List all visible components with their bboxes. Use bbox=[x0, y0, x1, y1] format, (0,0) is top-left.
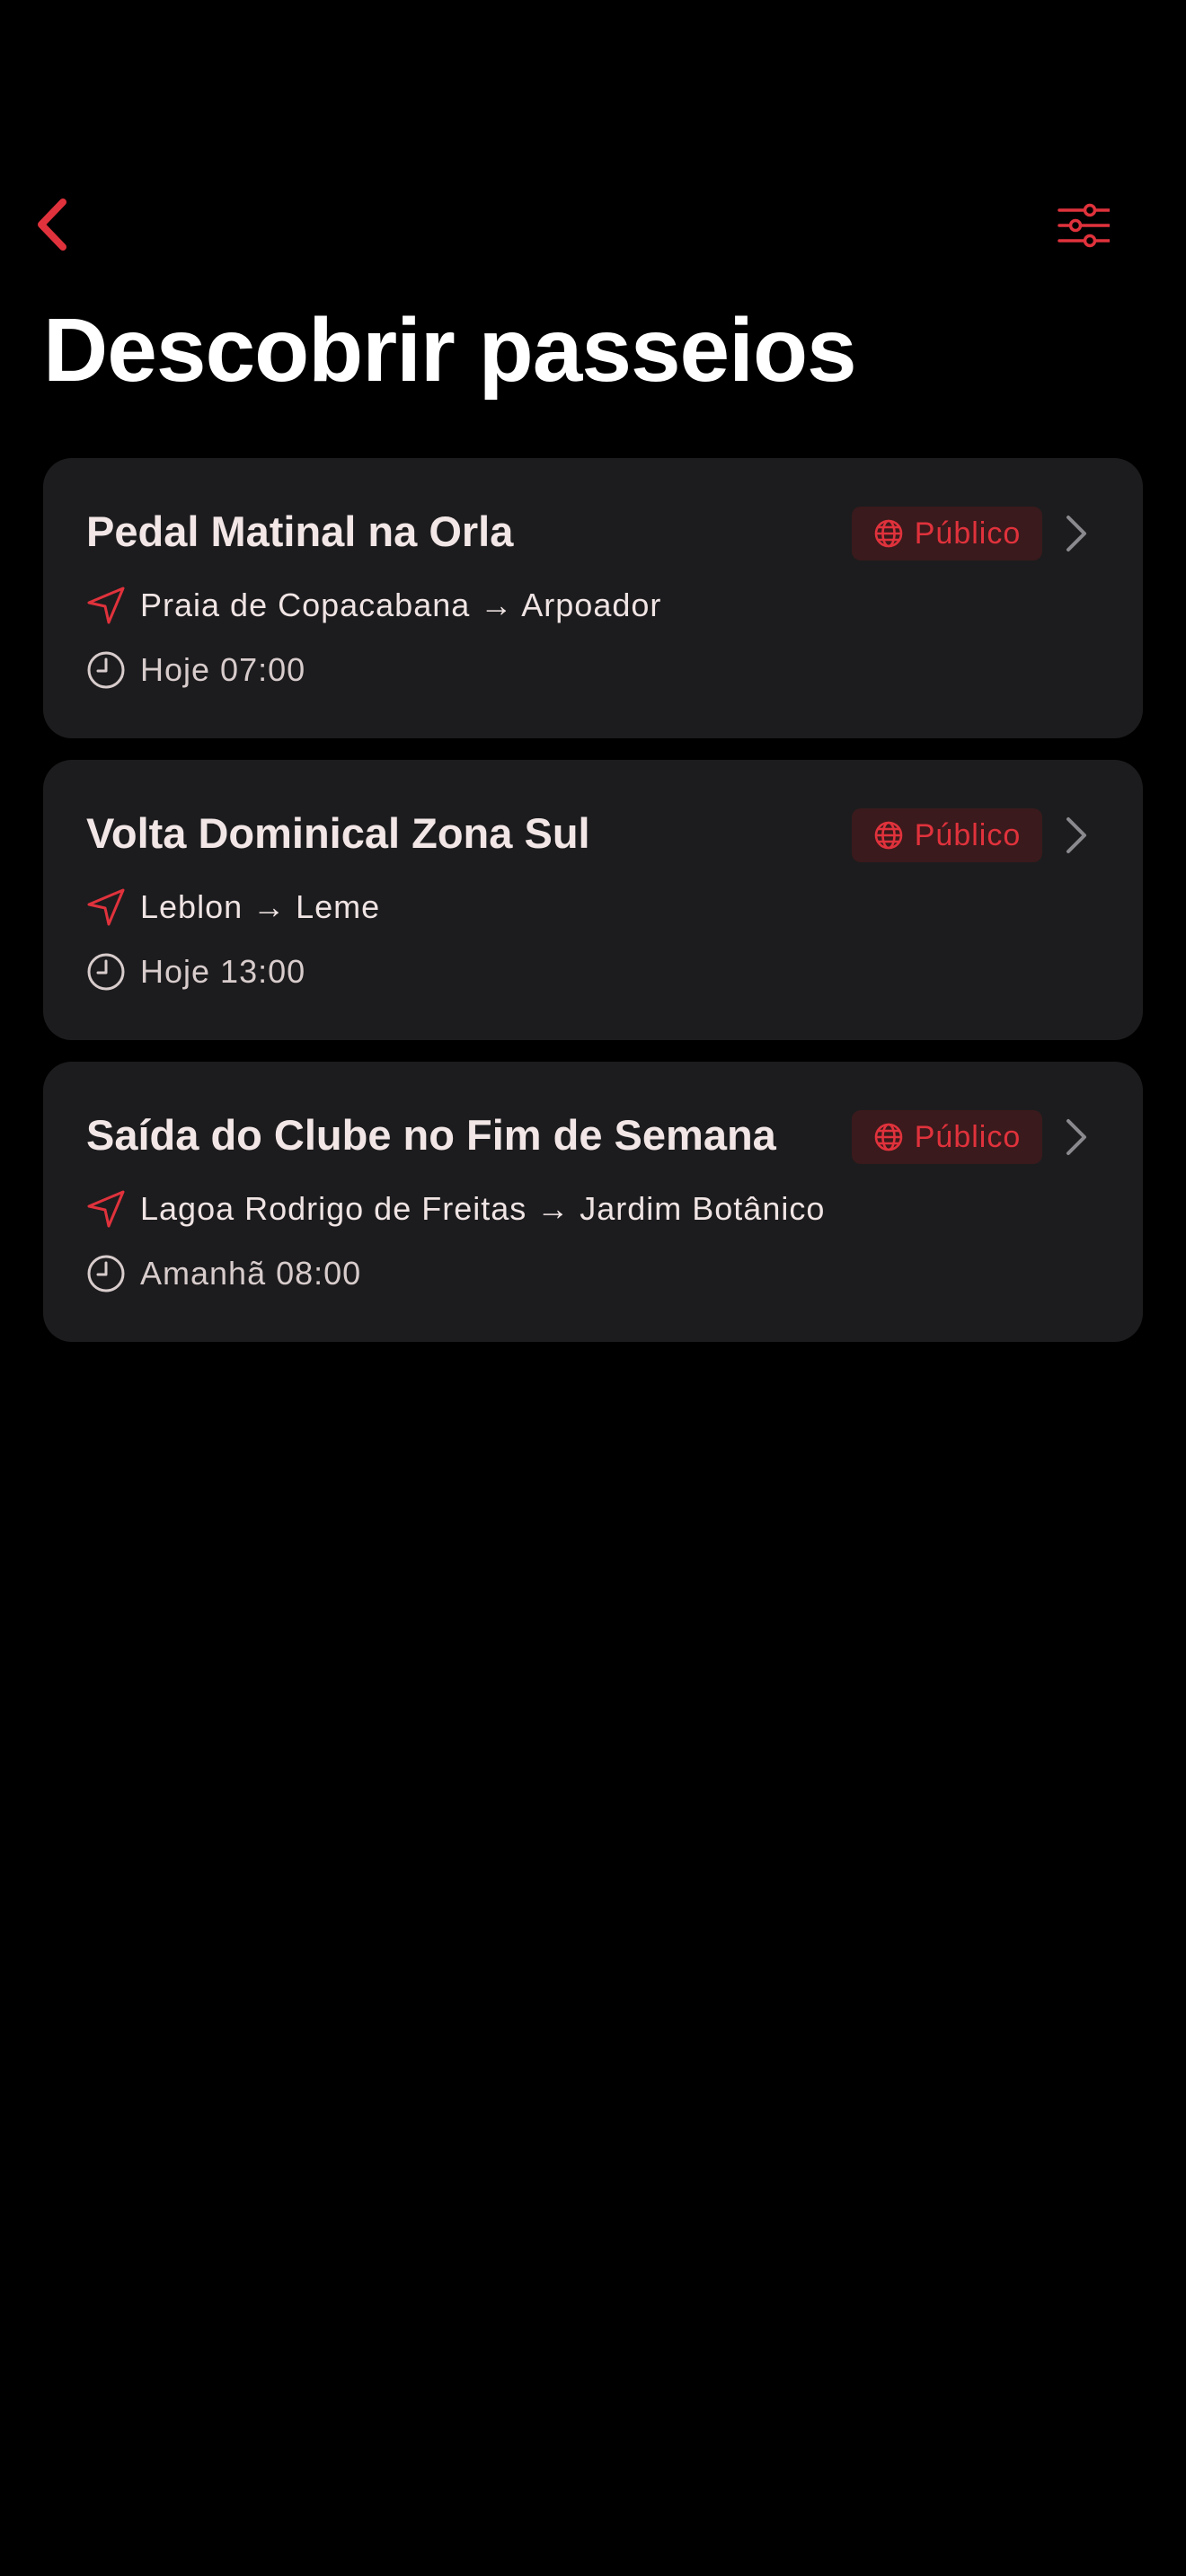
ride-card[interactable]: Pedal Matinal na Orla Público Praia de C… bbox=[43, 458, 1143, 738]
time-row: Hoje 13:00 bbox=[86, 952, 305, 992]
navigation-arrow-icon bbox=[86, 1189, 126, 1229]
navigation-bar bbox=[0, 180, 1186, 269]
route-row: Leblon → Leme bbox=[86, 887, 380, 927]
route-text: Leblon → Leme bbox=[140, 888, 381, 925]
back-button[interactable] bbox=[27, 192, 77, 257]
badge-label: Público bbox=[914, 1119, 1022, 1154]
route-row: Lagoa Rodrigo de Freitas → Jardim Botâni… bbox=[86, 1189, 825, 1229]
navigation-arrow-icon bbox=[86, 586, 126, 625]
sliders-icon bbox=[1058, 203, 1110, 248]
visibility-badge: Público bbox=[852, 808, 1042, 862]
clock-icon bbox=[86, 952, 126, 992]
time-text: Amanhã 08:00 bbox=[140, 1255, 362, 1292]
chevron-right-icon bbox=[1067, 817, 1086, 853]
page-title: Descobrir passeios bbox=[43, 300, 857, 401]
globe-icon bbox=[874, 519, 903, 548]
ride-card[interactable]: Volta Dominical Zona Sul Público Leblon … bbox=[43, 760, 1143, 1040]
chevron-left-icon bbox=[38, 198, 66, 251]
badge-label: Público bbox=[914, 516, 1022, 551]
time-text: Hoje 13:00 bbox=[140, 953, 306, 990]
ride-title: Saída do Clube no Fim de Semana bbox=[86, 1111, 776, 1159]
ride-title: Volta Dominical Zona Sul bbox=[86, 809, 590, 857]
globe-icon bbox=[874, 1123, 903, 1151]
ride-card[interactable]: Saída do Clube no Fim de Semana Público bbox=[43, 1062, 1143, 1342]
filter-button[interactable] bbox=[1051, 198, 1116, 253]
time-row: Hoje 07:00 bbox=[86, 650, 305, 690]
visibility-badge: Público bbox=[852, 1110, 1042, 1164]
clock-icon bbox=[86, 650, 126, 690]
route-row: Praia de Copacabana → Arpoador bbox=[86, 586, 661, 625]
ride-list: Pedal Matinal na Orla Público Praia de C… bbox=[43, 458, 1143, 1363]
visibility-badge: Público bbox=[852, 507, 1042, 560]
globe-icon bbox=[874, 821, 903, 850]
chevron-right-icon bbox=[1067, 516, 1086, 551]
route-text: Praia de Copacabana → Arpoador bbox=[140, 587, 662, 623]
ride-title: Pedal Matinal na Orla bbox=[86, 507, 514, 555]
time-text: Hoje 07:00 bbox=[140, 651, 306, 688]
route-text: Lagoa Rodrigo de Freitas → Jardim Botâni… bbox=[140, 1190, 826, 1227]
clock-icon bbox=[86, 1254, 126, 1293]
badge-label: Público bbox=[914, 817, 1022, 852]
navigation-arrow-icon bbox=[86, 887, 126, 927]
time-row: Amanhã 08:00 bbox=[86, 1254, 361, 1293]
chevron-right-icon bbox=[1067, 1119, 1086, 1155]
